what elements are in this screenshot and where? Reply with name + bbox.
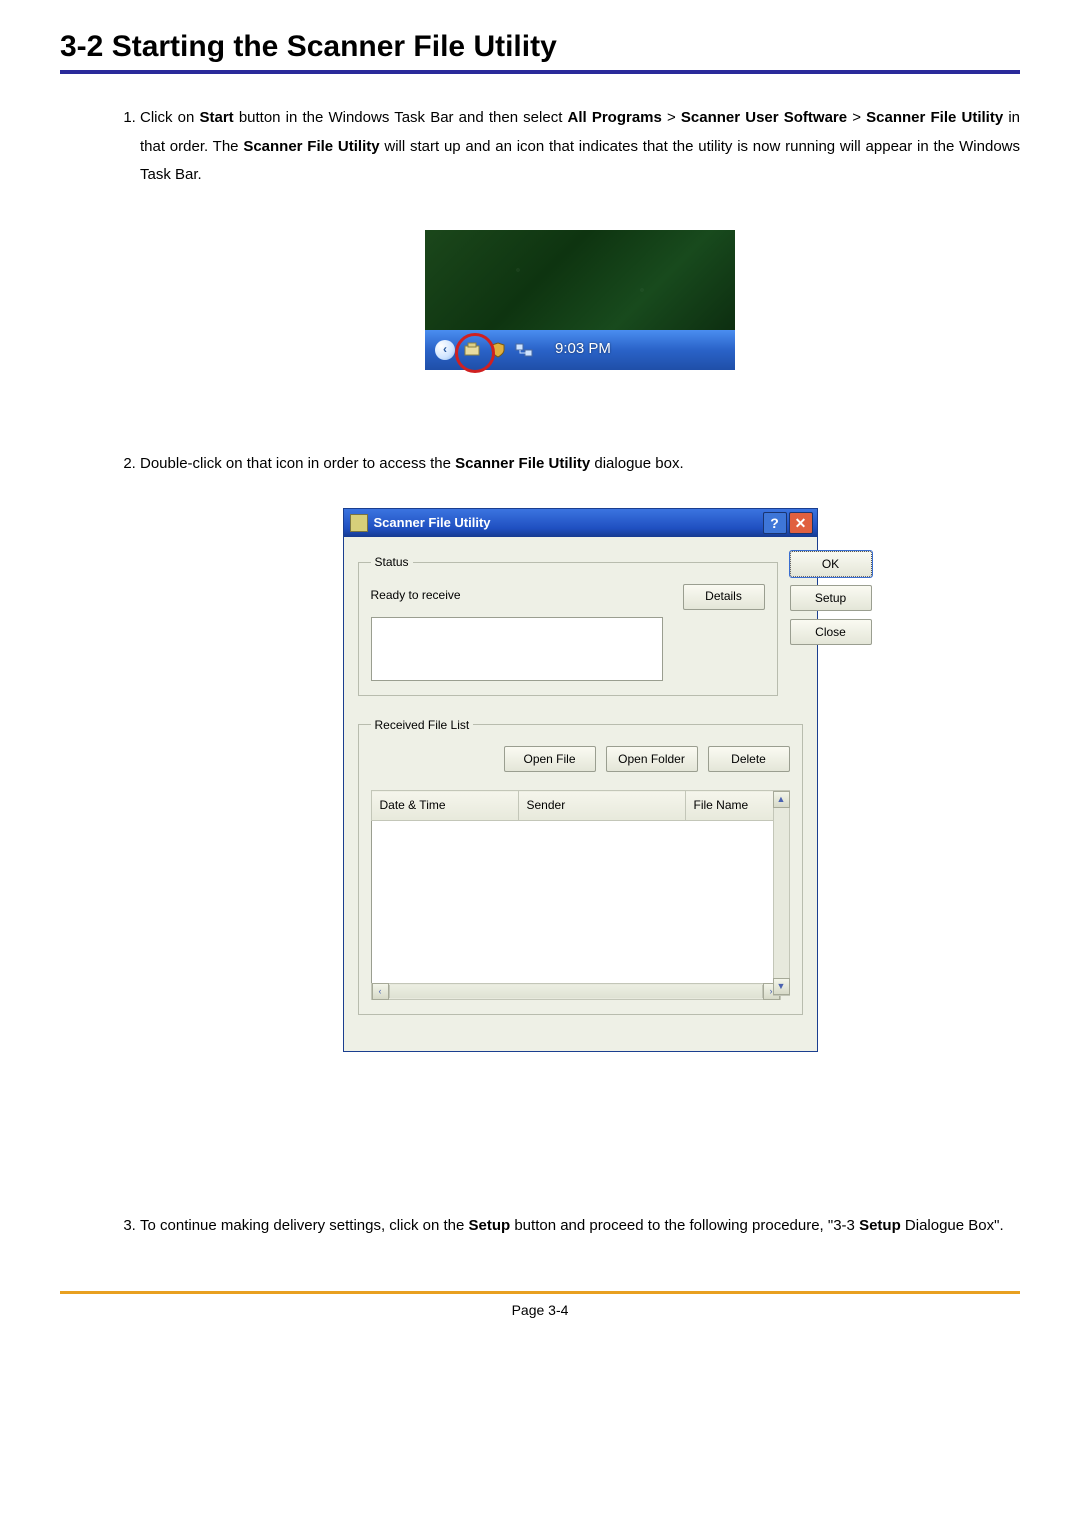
step-1: Click on Start button in the Windows Tas… [140, 104, 1020, 370]
tray-expand-icon[interactable]: ‹ [435, 340, 455, 360]
page-number: Page 3-4 [60, 1302, 1020, 1318]
open-file-button[interactable]: Open File [504, 746, 596, 772]
horizontal-scrollbar[interactable]: ‹ › [371, 983, 781, 1000]
col-sender[interactable]: Sender [518, 791, 685, 821]
ok-button[interactable]: OK [790, 551, 872, 577]
step-3: To continue making delivery settings, cl… [140, 1212, 1020, 1241]
step-2: Double-click on that icon in order to ac… [140, 450, 1020, 1053]
scanner-utility-tray-icon[interactable] [461, 339, 483, 361]
taskbar-clock: 9:03 PM [555, 335, 611, 364]
title-rule [60, 70, 1020, 74]
help-button[interactable]: ? [763, 512, 787, 534]
details-button[interactable]: Details [683, 584, 765, 610]
dialog-titlebar[interactable]: Scanner File Utility ? ✕ [344, 509, 817, 537]
received-files-table[interactable]: Date & Time Sender File Name [371, 790, 781, 984]
setup-button[interactable]: Setup [790, 585, 872, 611]
scanner-file-utility-dialog: Scanner File Utility ? ✕ Status Ready to… [343, 508, 818, 1052]
status-group-label: Status [371, 551, 413, 574]
received-file-list-label: Received File List [371, 714, 474, 737]
app-icon [350, 514, 368, 532]
vertical-scrollbar[interactable]: ▲ ▼ [773, 790, 790, 996]
section-heading: 3-2 Starting the Scanner File Utility [60, 30, 1020, 64]
scroll-down-icon[interactable]: ▼ [773, 978, 790, 995]
open-folder-button[interactable]: Open Folder [606, 746, 698, 772]
col-file-name[interactable]: File Name [685, 791, 780, 821]
footer-rule [60, 1291, 1020, 1294]
delete-button[interactable]: Delete [708, 746, 790, 772]
dialog-title: Scanner File Utility [374, 511, 761, 536]
scroll-up-icon[interactable]: ▲ [773, 791, 790, 808]
network-tray-icon[interactable] [513, 339, 535, 361]
close-button[interactable]: Close [790, 619, 872, 645]
close-window-button[interactable]: ✕ [789, 512, 813, 534]
status-text: Ready to receive [371, 584, 663, 607]
scroll-left-icon[interactable]: ‹ [372, 983, 389, 1000]
taskbar-screenshot: ‹ 9:03 PM [425, 230, 735, 370]
status-box [371, 617, 663, 681]
col-date-time[interactable]: Date & Time [371, 791, 518, 821]
